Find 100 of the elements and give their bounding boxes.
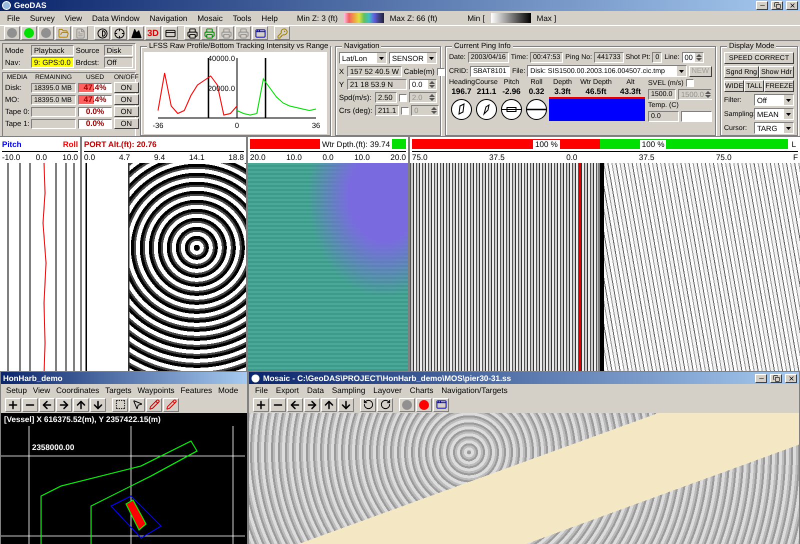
restore-button[interactable] [771,1,783,10]
select-area-button[interactable] [112,398,128,412]
pan-down-button[interactable] [90,398,106,412]
scale-tick-label: 0.0 [322,153,334,162]
scale-tick-label: 37.5 [489,153,505,162]
pointer-button[interactable] [129,398,145,412]
pan-left-button[interactable] [287,398,303,412]
caret-icon [377,53,386,63]
pitch-label: Pitch [2,140,22,148]
menu-item[interactable]: Survey [24,11,60,25]
menu-item[interactable]: Navigation/Targets [437,384,512,396]
side-letter: L [792,140,796,148]
printer-button[interactable] [184,26,200,40]
menu-item[interactable]: Help [256,11,283,25]
minimize-icon [758,2,766,9]
menu-item[interactable]: Coordinates [53,384,102,396]
zoom-out-button[interactable] [270,398,286,412]
heading-dial-icon [451,98,472,120]
zoom-out-button[interactable] [22,398,38,412]
minimize-button[interactable] [755,374,767,382]
menu-item[interactable]: Data [303,384,328,396]
menu-item[interactable]: Navigation [144,11,192,25]
window-button[interactable] [252,26,268,40]
pan-down-button[interactable] [338,398,354,412]
pan-up-button[interactable] [73,398,89,412]
restore-icon [772,374,780,382]
key-button[interactable] [274,26,290,40]
reading-value: 43.3ft [619,87,642,96]
spin-arrows-icon [694,53,702,62]
intensity-scale-bar [490,13,531,23]
card-button[interactable] [162,26,178,40]
crosshair-button[interactable] [111,26,127,40]
document-button[interactable] [72,26,88,40]
pan-right-button[interactable] [304,398,320,412]
open-folder-button[interactable] [55,26,71,40]
rotate-right-button[interactable] [377,398,393,412]
range-marker-line [208,58,210,118]
vessel-position-readout: [Vessel] X 616375.52(m), Y 2357422.15(m) [3,414,162,426]
menu-item[interactable]: View [30,384,54,396]
maximize-button[interactable] [770,374,782,382]
spin-arrows-icon [704,90,712,99]
menu-item[interactable]: Mosaic [192,11,228,25]
menu-item[interactable]: Targets [102,384,134,396]
scale-tick-label: 9.4 [154,153,166,162]
menu-item[interactable]: View [60,11,87,25]
reading-value: 211.1 [476,87,498,96]
menu-item[interactable]: Setup [3,384,30,396]
altitude-readout: PORT Alt.(ft): 20.76 [84,140,157,148]
restore-icon [774,2,780,9]
edit-button[interactable] [163,398,179,412]
zoom-in-button[interactable] [253,398,269,412]
remaining-field [31,118,76,128]
roll-dial-icon [526,98,547,120]
menu-item[interactable]: Layover [369,384,406,396]
window-button[interactable] [433,398,449,412]
contrast-button[interactable] [94,26,110,40]
status-light-button[interactable] [4,26,20,40]
scale-tick-label: 18.8 [228,153,244,162]
menu-item[interactable]: Sampling [328,384,370,396]
spin-arrows-icon [428,93,436,102]
status-light-button[interactable] [399,398,415,412]
depth-min-label: Min Z: 3 (ft) [296,14,338,22]
status-light-button[interactable] [416,398,432,412]
course-checkbox[interactable] [401,106,410,114]
pan-left-button[interactable] [39,398,55,412]
menu-item[interactable]: Tools [228,11,256,25]
close-button[interactable] [785,374,797,382]
scale-tick-label: 37.5 [638,153,654,162]
speed-checkbox[interactable] [399,94,407,102]
intensity-max-label: Max ] [536,14,556,22]
status-light-button[interactable] [38,26,54,40]
close-button[interactable] [786,1,798,10]
svel-checkbox[interactable] [686,79,694,87]
spin-arrows-icon [428,80,436,89]
status-light-button[interactable] [21,26,37,40]
remaining-field [31,106,76,116]
scale-tick-label: 0.0 [84,153,96,162]
terrain-button[interactable] [128,26,144,40]
menu-item[interactable]: Export [272,384,304,396]
intensity-min-label: Min [ [467,14,485,22]
menu-item[interactable]: Mode [215,384,242,396]
range-marker-line [264,58,266,118]
edit-button[interactable] [146,398,162,412]
menu-item[interactable]: File [251,384,272,396]
minimize-button[interactable] [756,1,768,10]
menu-item[interactable]: Data Window [87,11,145,25]
depth-max-label: Max Z: 66 (ft) [390,14,438,22]
menu-item[interactable]: Features [178,384,216,396]
cable-checkbox[interactable] [436,68,445,76]
caret-icon [427,53,436,63]
menu-item[interactable]: File [2,11,25,25]
pan-right-button[interactable] [56,398,72,412]
roll-label: Roll [62,140,78,148]
pan-up-button[interactable] [321,398,337,412]
reading-value: 46.5ft [584,87,608,96]
caret-icon [784,123,793,133]
rotate-left-button[interactable] [360,398,376,412]
menu-item[interactable]: Waypoints [134,384,178,396]
zoom-in-button[interactable] [5,398,21,412]
menu-item[interactable]: Charts [406,384,438,396]
